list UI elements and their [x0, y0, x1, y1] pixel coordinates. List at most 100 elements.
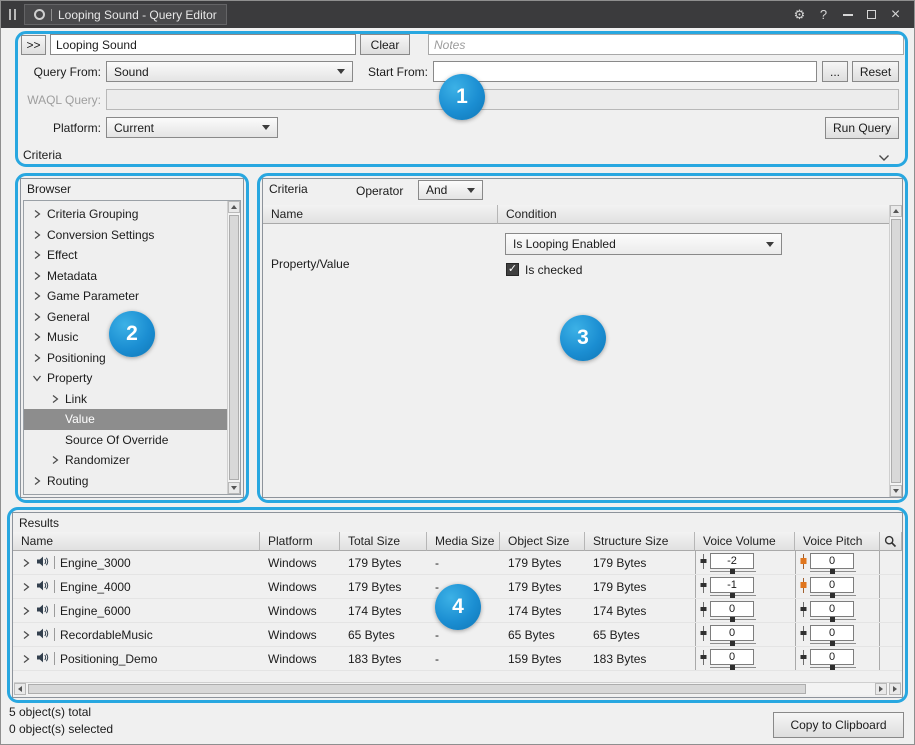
voice-pitch-slider[interactable] [810, 619, 856, 620]
scroll-right-button[interactable] [889, 683, 901, 695]
tree-item-selected[interactable]: Value [24, 409, 227, 430]
voice-pitch-cell[interactable]: 0 [795, 623, 880, 646]
settings-gear-icon[interactable]: ⚙ [789, 4, 810, 25]
table-row[interactable]: Engine_6000 Windows 174 Bytes - 174 Byte… [13, 599, 902, 623]
voice-volume-slider[interactable] [710, 643, 756, 644]
tree-item[interactable]: SoundBank [24, 491, 227, 494]
chevron-right-icon[interactable] [32, 230, 42, 240]
column-header[interactable]: Object Size [500, 532, 585, 551]
close-button[interactable]: × [885, 4, 906, 25]
column-header[interactable]: Voice Volume [695, 532, 795, 551]
browser-scrollbar[interactable] [227, 201, 240, 494]
voice-volume-cell[interactable]: 0 [695, 623, 795, 646]
voice-volume-slider[interactable] [710, 571, 756, 572]
results-horizontal-scrollbar[interactable] [14, 682, 901, 695]
voice-volume-value[interactable]: -1 [710, 577, 754, 593]
start-from-input[interactable] [433, 61, 817, 82]
column-header[interactable]: Total Size [340, 532, 427, 551]
scroll-up-button[interactable] [890, 205, 902, 217]
row-expand-icon[interactable] [21, 630, 31, 640]
scrollbar-thumb[interactable] [28, 684, 806, 694]
scroll-right-button[interactable] [875, 683, 887, 695]
voice-pitch-cell[interactable]: 0 [795, 575, 880, 598]
column-header[interactable]: Name [13, 532, 260, 551]
voice-pitch-value[interactable]: 0 [810, 625, 854, 641]
chevron-right-icon[interactable] [32, 271, 42, 281]
chevron-right-icon[interactable] [50, 394, 60, 404]
chevron-expanded-icon[interactable] [32, 373, 42, 383]
maximize-button[interactable] [861, 4, 882, 25]
table-row[interactable]: RecordableMusic Windows 65 Bytes - 65 By… [13, 623, 902, 647]
column-header[interactable]: Media Size [427, 532, 500, 551]
tree-item[interactable]: Property [24, 368, 227, 389]
table-row[interactable]: Engine_4000 Windows 179 Bytes - 179 Byte… [13, 575, 902, 599]
expand-toggle-button[interactable]: >> [21, 35, 46, 55]
column-header[interactable]: Platform [260, 532, 340, 551]
voice-pitch-slider[interactable] [810, 595, 856, 596]
voice-volume-cell[interactable]: 0 [695, 599, 795, 622]
voice-pitch-slider[interactable] [810, 667, 856, 668]
voice-volume-cell[interactable]: -1 [695, 575, 795, 598]
voice-pitch-cell[interactable]: 0 [795, 599, 880, 622]
operator-dropdown[interactable]: And [418, 180, 483, 200]
column-header[interactable]: Voice Pitch [795, 532, 880, 551]
voice-volume-slider[interactable] [710, 595, 756, 596]
chevron-right-icon[interactable] [32, 353, 42, 363]
voice-volume-value[interactable]: 0 [710, 601, 754, 617]
chevron-right-icon[interactable] [50, 455, 60, 465]
browse-button[interactable]: ... [822, 61, 848, 82]
chevron-right-icon[interactable] [32, 291, 42, 301]
column-header-name[interactable]: Name [263, 205, 498, 224]
voice-pitch-value[interactable]: 0 [810, 553, 854, 569]
tree-item[interactable]: Positioning [24, 348, 227, 369]
table-row[interactable]: Engine_3000 Windows 179 Bytes - 179 Byte… [13, 551, 902, 575]
row-expand-icon[interactable] [21, 558, 31, 568]
scroll-left-button[interactable] [14, 683, 26, 695]
chevron-right-icon[interactable] [32, 476, 42, 486]
dock-grip-icon[interactable] [9, 9, 16, 20]
tree-item[interactable]: Source Of Override [24, 430, 227, 451]
chevron-right-icon[interactable] [32, 332, 42, 342]
chevron-right-icon[interactable] [32, 250, 42, 260]
voice-pitch-cell[interactable]: 0 [795, 551, 880, 574]
table-row[interactable]: Positioning_Demo Windows 183 Bytes - 159… [13, 647, 902, 671]
platform-dropdown[interactable]: Current [106, 117, 278, 138]
window-tab[interactable]: Looping Sound - Query Editor [24, 4, 227, 25]
voice-pitch-value[interactable]: 0 [810, 649, 854, 665]
tree-item[interactable]: Randomizer [24, 450, 227, 471]
row-expand-icon[interactable] [21, 582, 31, 592]
run-query-button[interactable]: Run Query [825, 117, 899, 139]
scroll-up-button[interactable] [228, 201, 240, 213]
help-icon[interactable]: ? [813, 4, 834, 25]
tree-item[interactable]: Metadata [24, 266, 227, 287]
voice-volume-value[interactable]: 0 [710, 649, 754, 665]
minimize-button[interactable] [837, 4, 858, 25]
notes-input[interactable] [428, 34, 904, 55]
row-expand-icon[interactable] [21, 606, 31, 616]
voice-pitch-cell[interactable]: 0 [795, 647, 880, 670]
voice-pitch-slider[interactable] [810, 643, 856, 644]
voice-volume-slider[interactable] [710, 619, 756, 620]
voice-volume-cell[interactable]: -2 [695, 551, 795, 574]
scroll-down-button[interactable] [228, 482, 240, 494]
search-icon[interactable] [880, 532, 902, 551]
column-header-condition[interactable]: Condition [498, 205, 889, 224]
copy-to-clipboard-button[interactable]: Copy to Clipboard [773, 712, 904, 738]
voice-pitch-slider[interactable] [810, 571, 856, 572]
scrollbar-thumb[interactable] [891, 219, 901, 483]
chevron-right-icon[interactable] [32, 312, 42, 322]
column-header[interactable]: Structure Size [585, 532, 695, 551]
reset-button[interactable]: Reset [852, 61, 899, 82]
row-expand-icon[interactable] [21, 654, 31, 664]
voice-pitch-value[interactable]: 0 [810, 577, 854, 593]
tree-item[interactable]: Game Parameter [24, 286, 227, 307]
voice-volume-cell[interactable]: 0 [695, 647, 795, 670]
chevron-right-icon[interactable] [32, 209, 42, 219]
clear-button[interactable]: Clear [360, 34, 410, 55]
tree-item[interactable]: Link [24, 389, 227, 410]
tree-item[interactable]: Criteria Grouping [24, 204, 227, 225]
voice-pitch-value[interactable]: 0 [810, 601, 854, 617]
voice-volume-slider[interactable] [710, 667, 756, 668]
tree-item[interactable]: Routing [24, 471, 227, 492]
scrollbar-thumb[interactable] [229, 215, 239, 480]
